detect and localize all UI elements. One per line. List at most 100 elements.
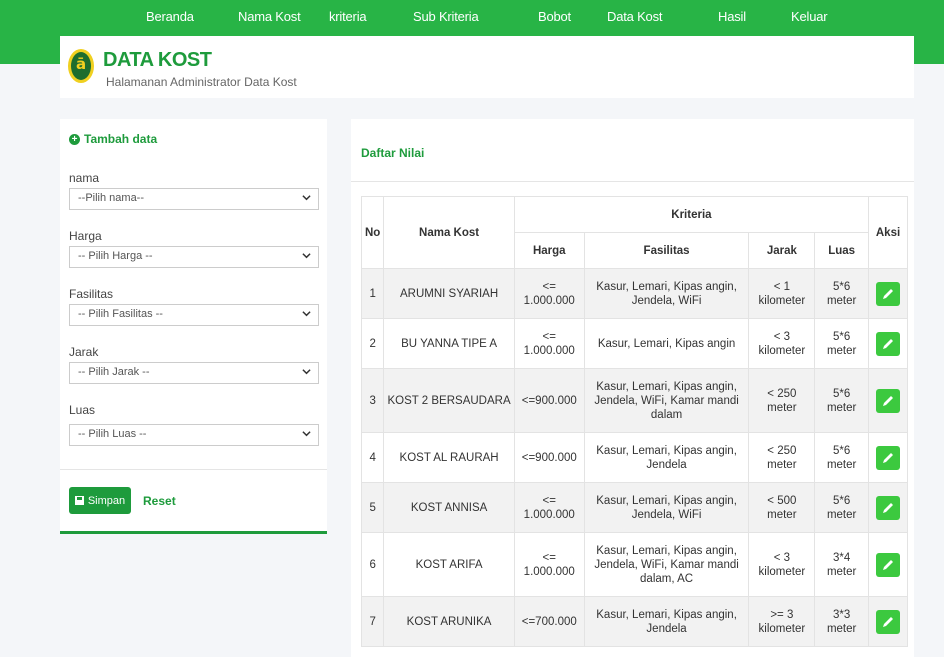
page-subtitle: Halamanan Administrator Data Kost: [106, 75, 297, 89]
pencil-icon: [883, 338, 894, 349]
nav-hasil[interactable]: Hasil: [718, 9, 746, 24]
cell-nama: KOST AL RAURAH: [383, 432, 515, 483]
table-row: 6 KOST ARIFA <= 1.000.000 Kasur, Lemari, Ki…: [360, 532, 908, 597]
header-no: No: [360, 196, 385, 269]
cell-fasilitas: Kasur, Lemari, Kipas angin: [583, 318, 750, 369]
logo-icon: [68, 49, 94, 83]
add-data-label: Tambah data: [84, 132, 158, 146]
table-row: 2 BU YANNA TIPE A <= 1.000.000 Kasur, Lemar…: [360, 318, 908, 369]
page-header: DATA KOST Halamanan Administrator Data K…: [60, 36, 914, 98]
cell-harga: <= 1.000.000: [513, 268, 585, 319]
add-data-heading: + Tambah data: [69, 132, 157, 146]
cell-nama: KOST ANNISA: [383, 482, 515, 533]
table-row: 4 KOST AL RAURAH <=900.000 Kasur, Lemari, K…: [360, 432, 908, 483]
edit-button[interactable]: [876, 331, 901, 356]
edit-button[interactable]: [876, 609, 901, 634]
cell-no: 2: [360, 318, 385, 369]
select-jarak-value: -- Pilih Jarak --: [78, 366, 150, 378]
cell-jarak: >= 3 kilometer: [748, 596, 816, 647]
cell-luas: 5*6 meter: [814, 318, 870, 369]
cell-jarak: < 250 meter: [748, 368, 816, 433]
cell-fasilitas: Kasur, Lemari, Kipas angin, Jendela, WiF…: [583, 268, 750, 319]
header-aksi: Aksi: [868, 196, 908, 269]
table-row: 1 ARUMNI SYARIAH <= 1.000.000 Kasur, Lemari…: [360, 268, 908, 319]
chevron-down-icon: [302, 311, 311, 317]
cell-nama: KOST 2 BERSAUDARA: [383, 368, 515, 433]
table-row: 7 KOST ARUNIKA <=700.000 Kasur, Lemari, Kip…: [360, 596, 908, 647]
cell-harga: <= 1.000.000: [513, 318, 585, 369]
cell-luas: 5*6 meter: [814, 368, 870, 433]
cell-aksi: [868, 368, 908, 433]
cell-harga: <=900.000: [513, 432, 585, 483]
nav-kriteria[interactable]: kriteria: [329, 9, 367, 24]
main-nav: Beranda Nama Kost kriteria Sub Kriteria …: [0, 0, 944, 34]
nav-data-kost[interactable]: Data Kost: [607, 9, 662, 24]
header-nama-kost: Nama Kost: [383, 196, 515, 269]
nav-bobot[interactable]: Bobot: [538, 9, 571, 24]
cell-luas: 3*3 meter: [814, 596, 870, 647]
table-card: Daftar Nilai No Nama Kost Kriteria Aksi …: [351, 119, 914, 657]
cell-aksi: [868, 318, 908, 369]
cell-no: 5: [360, 482, 385, 533]
floppy-disk-icon: [74, 496, 84, 505]
cell-harga: <=700.000: [513, 596, 585, 647]
add-data-form: + Tambah data nama --Pilih nama-- Harga …: [60, 119, 327, 534]
select-jarak[interactable]: -- Pilih Jarak --: [69, 362, 319, 384]
cell-no: 4: [360, 432, 385, 483]
cell-no: 7: [360, 596, 385, 647]
cell-no: 1: [360, 268, 385, 319]
select-harga[interactable]: -- Pilih Harga --: [69, 246, 319, 268]
select-harga-value: -- Pilih Harga --: [78, 250, 153, 262]
edit-button[interactable]: [876, 388, 901, 413]
table-row: 5 KOST ANNISA <= 1.000.000 Kasur, Lemari, K…: [360, 482, 908, 533]
table-title: Daftar Nilai: [361, 146, 425, 160]
select-nama[interactable]: --Pilih nama--: [69, 188, 319, 210]
cell-aksi: [868, 268, 908, 319]
label-harga: Harga: [69, 229, 102, 243]
save-button[interactable]: Simpan: [69, 487, 131, 514]
edit-button[interactable]: [876, 495, 901, 520]
table-header: No Nama Kost Kriteria Aksi Harga Fasilit…: [360, 196, 908, 269]
cell-luas: 5*6 meter: [814, 482, 870, 533]
cell-aksi: [868, 482, 908, 533]
header-harga: Harga: [513, 232, 585, 269]
cell-jarak: < 250 meter: [748, 432, 816, 483]
cell-nama: BU YANNA TIPE A: [383, 318, 515, 369]
pencil-icon: [883, 288, 894, 299]
nav-keluar[interactable]: Keluar: [791, 9, 828, 24]
cell-luas: 3*4 meter: [814, 532, 870, 597]
edit-button[interactable]: [876, 552, 901, 577]
pencil-icon: [883, 452, 894, 463]
plus-circle-icon: +: [69, 133, 80, 145]
select-fasilitas-value: -- Pilih Fasilitas --: [78, 308, 163, 320]
select-fasilitas[interactable]: -- Pilih Fasilitas --: [69, 304, 319, 326]
cell-harga: <= 1.000.000: [513, 482, 585, 533]
cell-nama: KOST ARIFA: [383, 532, 515, 597]
cell-luas: 5*6 meter: [814, 268, 870, 319]
cell-fasilitas: Kasur, Lemari, Kipas angin, Jendela: [583, 432, 750, 483]
select-nama-value: --Pilih nama--: [78, 192, 145, 204]
header-jarak: Jarak: [748, 232, 816, 269]
chevron-down-icon: [302, 431, 311, 437]
reset-button[interactable]: Reset: [143, 494, 176, 508]
select-luas[interactable]: -- Pilih Luas --: [69, 424, 319, 446]
nav-beranda[interactable]: Beranda: [146, 9, 194, 24]
edit-button[interactable]: [876, 281, 901, 306]
select-luas-value: -- Pilih Luas --: [78, 428, 147, 440]
cell-fasilitas: Kasur, Lemari, Kipas angin, Jendela, WiF…: [583, 368, 750, 433]
label-nama: nama: [69, 171, 100, 185]
table-row: 3 KOST 2 BERSAUDARA <=900.000 Kasur, Lemari…: [360, 368, 908, 433]
edit-button[interactable]: [876, 445, 901, 470]
cell-aksi: [868, 532, 908, 597]
table-body: 1 ARUMNI SYARIAH <= 1.000.000 Kasur, Lemari…: [360, 268, 908, 647]
cell-jarak: < 3 kilometer: [748, 532, 816, 597]
label-fasilitas: Fasilitas: [69, 287, 114, 301]
cell-fasilitas: Kasur, Lemari, Kipas angin, Jendela, WiF…: [583, 532, 750, 597]
cell-aksi: [868, 596, 908, 647]
pencil-icon: [883, 616, 894, 627]
nav-sub-kriteria[interactable]: Sub Kriteria: [413, 9, 479, 24]
cell-aksi: [868, 432, 908, 483]
cell-fasilitas: Kasur, Lemari, Kipas angin, Jendela, WiF…: [583, 482, 750, 533]
form-divider: [60, 469, 327, 470]
nav-nama-kost[interactable]: Nama Kost: [238, 9, 301, 24]
